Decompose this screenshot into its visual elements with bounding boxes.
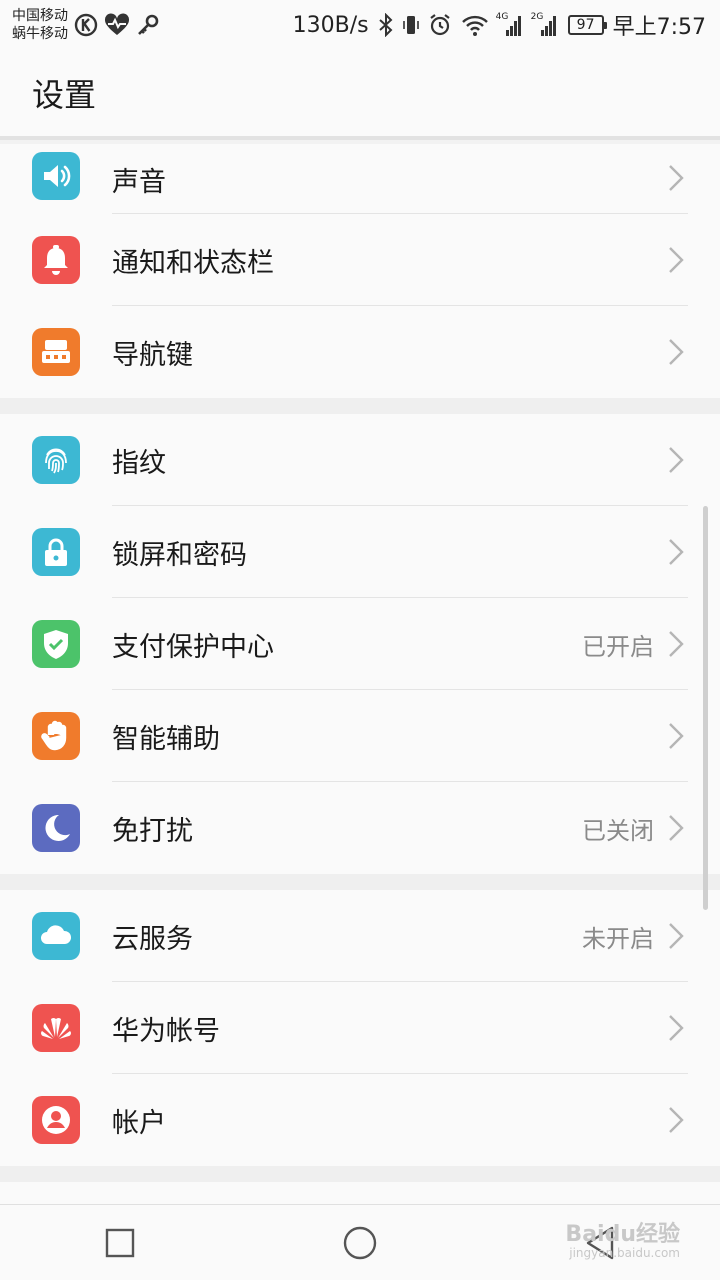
chevron-right-icon xyxy=(669,165,684,191)
speaker-icon xyxy=(32,152,80,200)
circle-icon xyxy=(343,1226,377,1260)
battery-level: 97 xyxy=(576,17,595,33)
settings-item-label: 声音 xyxy=(112,166,166,198)
square-icon xyxy=(105,1228,135,1258)
settings-item-label: 指纹 xyxy=(112,447,166,479)
chevron-right-icon xyxy=(669,923,684,949)
settings-item-nav-keys[interactable]: 导航键 xyxy=(0,306,720,398)
app-header: 设置 xyxy=(0,50,720,140)
settings-item-fingerprint[interactable]: 指纹 xyxy=(0,414,720,506)
net-2-label: 2G xyxy=(530,12,544,22)
settings-item-payment-protection[interactable]: 支付保护中心 已开启 xyxy=(0,598,720,690)
bell-icon xyxy=(32,236,80,284)
carrier-names: 中国移动 蜗牛移动 xyxy=(12,7,68,43)
settings-item-label: 云服务 xyxy=(112,923,193,955)
alarm-icon xyxy=(429,14,450,36)
watermark-brand: Baidu经验 xyxy=(565,1222,680,1247)
clock: 早上7:57 xyxy=(612,15,706,40)
chevron-right-icon xyxy=(669,723,684,749)
chevron-right-icon xyxy=(669,631,684,657)
chevron-right-icon xyxy=(669,1015,684,1041)
signal-4g-icon: 4G xyxy=(495,12,524,36)
wifi-icon xyxy=(461,15,488,36)
settings-item-sound[interactable]: 声音 xyxy=(0,144,720,214)
settings-item-label: 智能辅助 xyxy=(112,723,220,755)
settings-item-status: 已开启 xyxy=(582,632,654,661)
fingerprint-icon xyxy=(32,436,80,484)
settings-item-label: 锁屏和密码 xyxy=(112,539,247,571)
settings-item-do-not-disturb[interactable]: 免打扰 已关闭 xyxy=(0,782,720,874)
lock-icon xyxy=(32,528,80,576)
user-icon xyxy=(32,1096,80,1144)
settings-item-notifications[interactable]: 通知和状态栏 xyxy=(0,214,720,306)
chevron-right-icon xyxy=(669,447,684,473)
carrier-1: 中国移动 xyxy=(12,8,68,24)
group-spacer xyxy=(0,874,720,890)
settings-item-label: 帐户 xyxy=(112,1107,166,1139)
recent-apps-button[interactable] xyxy=(90,1213,150,1273)
page-title: 设置 xyxy=(32,76,97,114)
cloud-icon xyxy=(32,912,80,960)
chevron-right-icon xyxy=(669,339,684,365)
signal-2g-icon: 2G xyxy=(530,12,559,36)
settings-item-status: 未开启 xyxy=(582,924,654,953)
settings-item-lock-screen[interactable]: 锁屏和密码 xyxy=(0,506,720,598)
chevron-right-icon xyxy=(669,539,684,565)
chevron-right-icon xyxy=(669,815,684,841)
settings-item-label: 免打扰 xyxy=(112,815,193,847)
moon-icon xyxy=(32,804,80,852)
battery-icon: 97 xyxy=(567,15,607,35)
settings-item-label: 支付保护中心 xyxy=(112,631,274,663)
shield-check-icon xyxy=(32,620,80,668)
carrier-2: 蜗牛移动 xyxy=(12,26,68,42)
settings-item-smart-assist[interactable]: 智能辅助 xyxy=(0,690,720,782)
settings-item-label: 华为帐号 xyxy=(112,1015,220,1047)
chevron-right-icon xyxy=(669,247,684,273)
settings-item-label: 导航键 xyxy=(112,339,193,371)
settings-group-3: 云服务 未开启 华为帐号 帐户 xyxy=(0,890,720,1166)
huawei-logo-icon xyxy=(32,1004,80,1052)
settings-screen: 中国移动 蜗牛移动 130B/s 4G 2G 97 早上7:57 设置 声音 通… xyxy=(0,0,720,1280)
home-button[interactable] xyxy=(330,1213,390,1273)
navigation-key-icon xyxy=(32,328,80,376)
settings-group-4-partial xyxy=(0,1182,720,1204)
status-bar: 中国移动 蜗牛移动 130B/s 4G 2G 97 早上7:57 xyxy=(0,0,720,50)
settings-group-1: 声音 通知和状态栏 导航键 xyxy=(0,144,720,398)
settings-item-status: 已关闭 xyxy=(582,816,654,845)
group-spacer xyxy=(0,398,720,414)
settings-item-accounts[interactable]: 帐户 xyxy=(0,1074,720,1166)
heart-pulse-icon xyxy=(104,13,130,35)
settings-list[interactable]: 声音 通知和状态栏 导航键 指纹 锁屏和密码 支付保护中心 已开启 智能辅助 免… xyxy=(0,144,720,1204)
net-1-label: 4G xyxy=(495,12,509,22)
hand-icon xyxy=(32,712,80,760)
k-app-icon xyxy=(74,13,98,37)
bluetooth-icon xyxy=(378,13,393,37)
settings-item-cloud-service[interactable]: 云服务 未开启 xyxy=(0,890,720,982)
settings-group-2: 指纹 锁屏和密码 支付保护中心 已开启 智能辅助 免打扰 已关闭 xyxy=(0,414,720,874)
settings-item-label: 通知和状态栏 xyxy=(112,247,274,279)
chevron-right-icon xyxy=(669,1107,684,1133)
group-spacer xyxy=(0,1166,720,1182)
settings-item-huawei-account[interactable]: 华为帐号 xyxy=(0,982,720,1074)
key-icon xyxy=(138,14,159,35)
network-speed: 130B/s xyxy=(292,12,369,38)
scrollbar[interactable] xyxy=(703,506,708,910)
vibrate-icon xyxy=(402,16,419,34)
watermark-url: jingyan.baidu.com xyxy=(569,1246,680,1260)
